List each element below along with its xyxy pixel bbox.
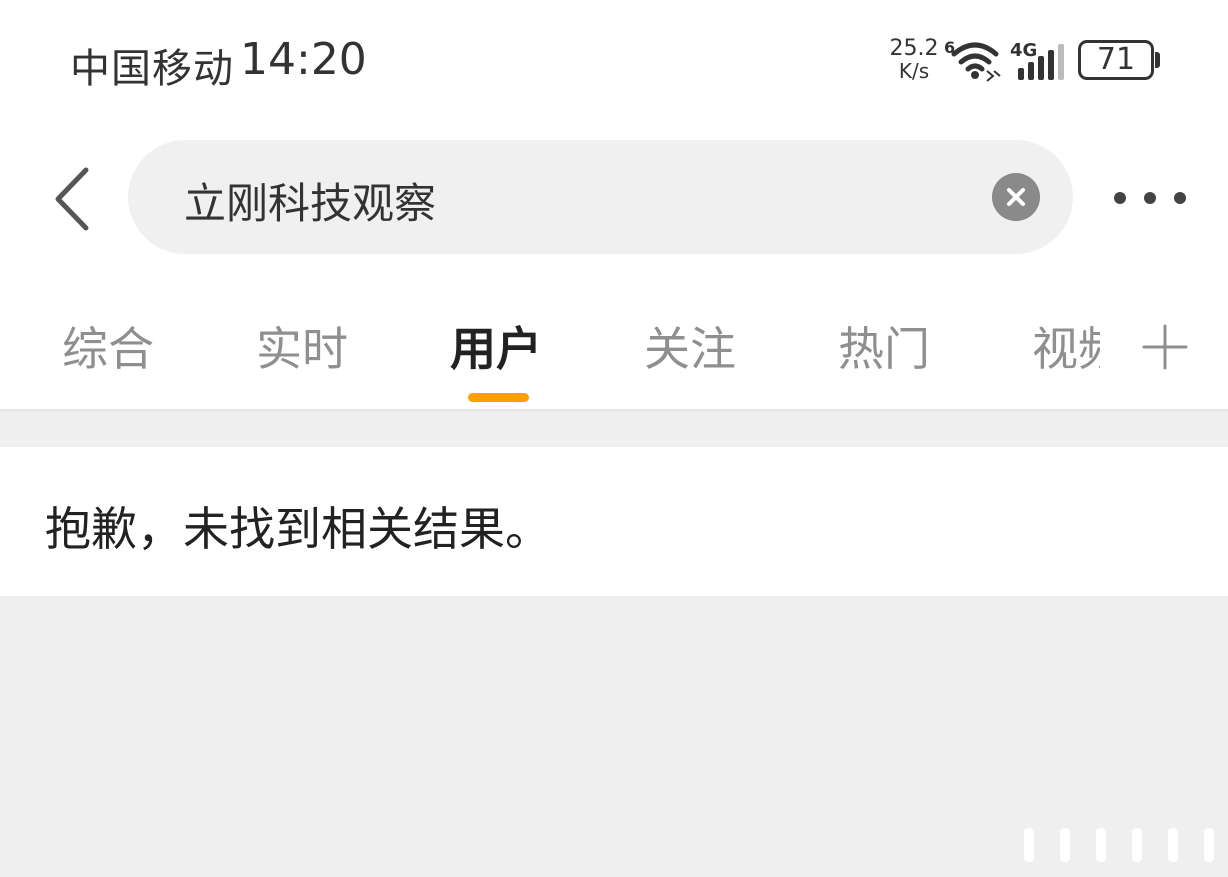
search-results-screen: 中国移动 14:20 25.2 K/s 6 4G 71 立刚科技观察 综合 实时… (0, 0, 1228, 877)
more-icon[interactable] (1108, 180, 1192, 216)
battery-icon: 71 (1078, 40, 1154, 80)
tab-following[interactable]: 关注 (644, 313, 736, 379)
search-header: 立刚科技观察 (0, 122, 1228, 277)
back-arrow-icon[interactable] (44, 164, 100, 234)
tab-all[interactable]: 综合 (62, 313, 154, 379)
tab-bar: 综合 实时 用户 关注 热门 视频 (0, 277, 1228, 411)
status-time: 14:20 (240, 34, 367, 85)
battery-level: 71 (1096, 42, 1136, 77)
network-speed-unit: K/s (898, 59, 930, 83)
network-speed-value: 25.2 (889, 36, 939, 61)
empty-result-card: 抱歉，未找到相关结果。 (0, 447, 1228, 596)
tab-hot[interactable]: 热门 (838, 313, 930, 379)
navigation-gesture-handle (1024, 828, 1218, 864)
carrier-name: 中国移动 (70, 46, 234, 92)
tab-users[interactable]: 用户 (450, 313, 542, 379)
tab-realtime[interactable]: 实时 (256, 313, 348, 379)
active-tab-indicator (468, 393, 529, 402)
status-bar: 中国移动 14:20 25.2 K/s 6 4G 71 (0, 0, 1228, 122)
network-speed: 25.2 K/s (886, 36, 942, 83)
battery-cap (1155, 52, 1160, 68)
search-input[interactable]: 立刚科技观察 (128, 140, 1073, 254)
empty-result-message: 抱歉，未找到相关结果。 (45, 502, 551, 556)
signal-icon (1018, 44, 1064, 80)
search-query-text[interactable]: 立刚科技观察 (184, 170, 436, 231)
wifi-standard-label: 6 (944, 38, 956, 57)
plus-icon[interactable] (1140, 322, 1190, 372)
clear-icon[interactable] (992, 173, 1040, 221)
